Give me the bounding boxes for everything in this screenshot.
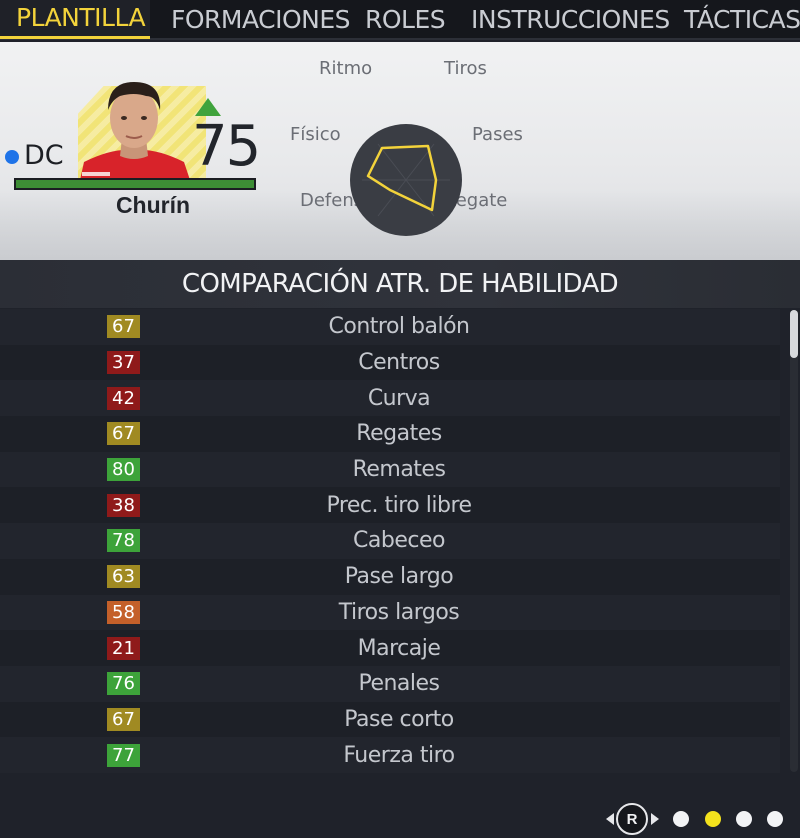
section-title: COMPARACIÓN ATR. DE HABILIDAD bbox=[0, 260, 800, 308]
pager-dot[interactable] bbox=[673, 811, 689, 827]
attribute-row[interactable]: 38 Prec. tiro libre bbox=[0, 487, 780, 524]
scrollbar[interactable] bbox=[790, 310, 798, 772]
attribute-name: Cabeceo bbox=[353, 528, 445, 554]
attribute-name: Remates bbox=[352, 457, 446, 483]
attribute-row[interactable]: 21 Marcaje bbox=[0, 630, 780, 666]
player-portrait[interactable] bbox=[72, 66, 196, 180]
attribute-name: Curva bbox=[367, 385, 431, 411]
top-tab-bar: PLANTILLA FORMACIONES ROLES INSTRUCCIONE… bbox=[0, 0, 800, 40]
pager-dot[interactable] bbox=[736, 811, 752, 827]
radar-label-passing: Pases bbox=[472, 124, 523, 145]
attribute-row[interactable]: 76 Penales bbox=[0, 665, 780, 702]
attribute-name: Fuerza tiro bbox=[343, 742, 455, 768]
tab-instrucciones[interactable]: INSTRUCCIONES bbox=[471, 0, 670, 39]
attribute-name: Pase largo bbox=[344, 564, 454, 590]
attribute-row[interactable]: 78 Cabeceo bbox=[0, 523, 780, 559]
attribute-row[interactable]: 67 Regates bbox=[0, 416, 780, 452]
attribute-row[interactable]: 58 Tiros largos bbox=[0, 594, 780, 631]
pager-r-button[interactable]: R bbox=[616, 803, 648, 835]
attribute-row[interactable]: 67 Pase corto bbox=[0, 701, 780, 738]
form-bar bbox=[14, 178, 256, 190]
tab-tacticas[interactable]: TÁCTICAS bbox=[684, 0, 800, 39]
tab-formaciones[interactable]: FORMACIONES bbox=[171, 0, 351, 39]
attribute-list: 67 Control balón 37 Centros 42 Curva 67 Regates… bbox=[0, 309, 780, 773]
attribute-name: Penales bbox=[358, 671, 440, 697]
attribute-name: Control balón bbox=[328, 314, 470, 340]
attribute-row[interactable]: 80 Remates bbox=[0, 451, 780, 488]
attribute-name: Centros bbox=[358, 350, 440, 376]
pager-right-arrow-icon[interactable] bbox=[651, 813, 659, 825]
attribute-name: Prec. tiro libre bbox=[326, 492, 472, 518]
pager-left-arrow-icon[interactable] bbox=[606, 813, 614, 825]
tab-plantilla[interactable]: PLANTILLA bbox=[0, 0, 150, 39]
radar-label-physical: Físico bbox=[290, 124, 341, 145]
attribute-row[interactable]: 77 Fuerza tiro bbox=[0, 737, 780, 773]
attribute-row[interactable]: 67 Control balón bbox=[0, 309, 780, 345]
attribute-radar-chart bbox=[350, 124, 462, 236]
radar-label-pace: Ritmo bbox=[319, 58, 373, 79]
pager-dot[interactable] bbox=[705, 811, 721, 827]
position-dot-icon bbox=[5, 150, 19, 164]
player-name: Churín bbox=[115, 192, 191, 218]
tab-roles[interactable]: ROLES bbox=[365, 0, 446, 39]
attribute-name: Pase corto bbox=[344, 706, 454, 732]
player-position: DC bbox=[24, 140, 64, 171]
attribute-row[interactable]: 63 Pase largo bbox=[0, 558, 780, 595]
form-bar-fill bbox=[16, 180, 254, 188]
player-rating: 75 bbox=[192, 114, 261, 179]
radar-label-shooting: Tiros bbox=[444, 58, 487, 79]
attribute-row[interactable]: 37 Centros bbox=[0, 344, 780, 381]
attribute-name: Regates bbox=[356, 421, 442, 447]
player-header: DC 75 Churín Ritmo Tiros Físico Pases De… bbox=[0, 42, 800, 260]
pager-dot[interactable] bbox=[767, 811, 783, 827]
attribute-name: Tiros largos bbox=[338, 599, 460, 625]
attribute-row[interactable]: 42 Curva bbox=[0, 380, 780, 417]
attribute-name: Marcaje bbox=[357, 635, 441, 661]
scrollbar-thumb[interactable] bbox=[790, 310, 798, 358]
